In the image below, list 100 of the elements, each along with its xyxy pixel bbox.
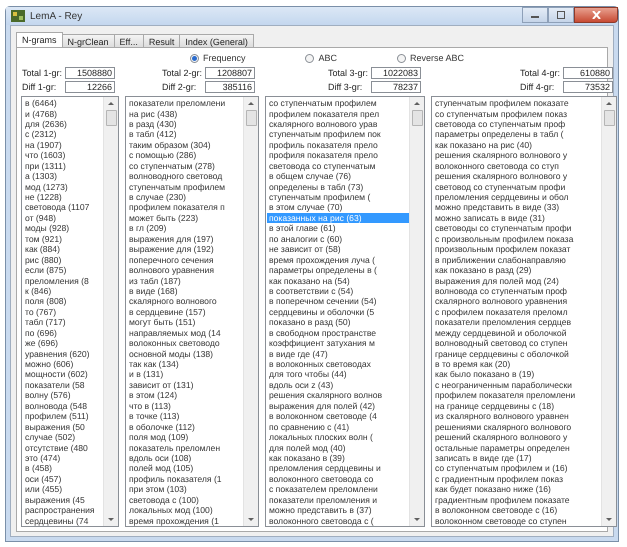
list-item[interactable]: остальные параметры определен [433,442,570,453]
list-item[interactable]: моды (928) [23,223,70,234]
list-item[interactable]: к (846) [23,286,52,296]
list-item[interactable]: в приближении слабонаправляю [433,254,566,266]
list-item[interactable]: определены в табл (73) [267,182,364,192]
list-item[interactable]: решения скалярного волнового у [433,171,568,182]
list-item[interactable]: волноводного световод [127,171,222,182]
list-item[interactable]: световода со ступенчатым проф [433,118,566,130]
list-item[interactable]: и (4768) [23,108,58,119]
list-item[interactable]: записать в виде где (17) [433,452,532,464]
list-item[interactable]: вдоль оси z (43) [267,380,334,390]
list-item[interactable]: световода со ступенчатым [267,160,376,172]
scroll-up-icon[interactable] [606,102,612,106]
list-item[interactable]: как (884) [23,244,60,255]
scrollbar[interactable] [601,97,616,526]
list-item[interactable]: в общем случае (76) [267,171,352,182]
list-item[interactable]: в этой главе (61) [267,223,336,234]
scrollbar[interactable] [103,97,118,526]
list-item[interactable]: с неограниченным параболически [433,380,572,390]
list-item[interactable]: в виде (168) [127,286,178,296]
list-item[interactable]: выражения для полей (42) [267,400,375,412]
list-item[interactable]: с произвольным профилем показа [433,234,574,244]
list-item[interactable]: волоконного световода со ступ [433,160,559,172]
list-item[interactable]: поля (808) [23,296,66,307]
list-box[interactable] [21,96,119,527]
list-item[interactable]: выражение для (192) [127,244,214,255]
list-item[interactable]: в случае (230) [127,192,186,202]
list-item[interactable]: в волоконном световоде (4 [267,411,377,422]
list-item[interactable]: показатель преломлен [127,442,220,453]
list-item[interactable]: в поперечном сечении (54) [267,296,376,307]
list-item[interactable]: профилем (511) [23,411,89,422]
list-item[interactable]: показатели преломления сердцев [433,317,572,328]
list-item[interactable]: поперечного сечения [127,254,214,266]
list-item[interactable]: при этом (103) [127,484,187,495]
total-field[interactable]: 1022083 [371,67,421,80]
list-item[interactable]: сердцевины (74 [23,516,88,526]
list-item[interactable]: сердцевины и оболочки (5 [267,306,374,318]
list-item[interactable]: решений скалярного волнового у [433,432,568,442]
radio-option[interactable]: ABC [305,53,337,64]
list-item[interactable]: произвольным профилем показат [433,244,570,255]
list-item[interactable]: преломления сердцевины и [267,463,381,474]
list-item[interactable]: со ступенчатым профилем показ [433,108,568,119]
list-item[interactable]: время прохождения луча ( [267,254,376,266]
list-item[interactable]: коэффициент затухания м [267,338,375,349]
list-item[interactable]: в оболочке (112) [127,422,195,432]
list-item[interactable]: можно (606) [23,359,74,370]
list-item[interactable]: показатели (58 [23,380,85,390]
list-item[interactable]: волоконных световодо [127,338,220,349]
list-item[interactable]: в точке (113) [127,411,180,422]
list-item[interactable]: параметры определены в ( [267,265,377,276]
list-item[interactable]: скалярного волнового урав [267,118,378,130]
list-item[interactable]: световода (1107 [23,202,90,213]
tab[interactable]: Eff... [114,34,144,48]
list-item[interactable]: волновода (548 [23,400,88,412]
list-item[interactable]: световод со ступенчатым профи [433,182,566,192]
list-item[interactable]: по аналогии с (60) [267,234,342,244]
list-item[interactable]: в свободном пространстве [267,328,376,338]
list-item[interactable]: зависит от (131) [127,380,194,390]
list-item[interactable]: скалярного волнового уравнения [433,296,568,307]
list-item[interactable]: показано в разд (50) [267,317,351,328]
diff-field[interactable]: 385116 [205,81,255,94]
list-item[interactable]: показатели преломлени [127,98,226,108]
tab[interactable]: Result [142,34,180,48]
list-item[interactable]: так как (134) [127,359,179,370]
list-item[interactable]: выражения для (197) [127,234,214,244]
scroll-thumb[interactable] [246,110,256,126]
total-field[interactable]: 1208807 [205,67,255,80]
list-item[interactable]: или (455) [23,484,62,495]
list-item[interactable]: могут быть (151) [127,317,196,328]
list-item[interactable]: из табл (187) [127,276,181,286]
list-item[interactable]: с профилем показателя преломл [433,306,568,318]
list-item[interactable]: распространения [23,505,95,516]
list-item[interactable]: профилем показателя прел [267,108,380,119]
list-item[interactable]: между сердцевиной и оболочкой [433,328,566,338]
scroll-down-icon[interactable] [414,518,420,521]
list-item[interactable]: границе сердцевины с оболочкой [433,348,569,359]
list-item[interactable]: может быть (223) [127,212,198,224]
list-item[interactable]: как будет показано ниже (16) [433,484,551,495]
list-item[interactable]: том (921) [23,234,62,244]
scroll-down-icon[interactable] [606,518,612,521]
list-item[interactable]: в виде где (47) [267,348,328,359]
list-item[interactable]: как показано на рис (40) [433,140,532,150]
list-item[interactable]: с показателем преломлени [267,484,378,495]
list-item[interactable]: как показано в (39) [267,452,345,464]
list-item[interactable]: в этом случае (70) [267,202,342,213]
scroll-up-icon[interactable] [414,102,420,106]
scroll-up-icon[interactable] [248,102,254,106]
list-item[interactable]: со ступенчатым профилем [267,98,377,108]
list-item[interactable]: полей мод (105) [127,463,194,474]
list-item[interactable]: в табл (412) [127,129,177,140]
list-item[interactable]: от (948) [23,212,56,224]
list-item[interactable]: профиля показателя прело [267,150,378,161]
list-item[interactable]: локальных плоских волн ( [267,432,373,442]
list-item[interactable]: в (458) [23,463,52,474]
list-item[interactable]: табл (717) [23,317,66,328]
list-item[interactable]: в этом (124) [127,390,178,401]
list-item[interactable]: в гл (209) [127,223,166,234]
list-item[interactable]: в волоконных световодах [267,359,371,370]
list-item[interactable]: мощности (602) [23,369,88,380]
list-item[interactable]: решения скалярного волнов [267,390,382,401]
